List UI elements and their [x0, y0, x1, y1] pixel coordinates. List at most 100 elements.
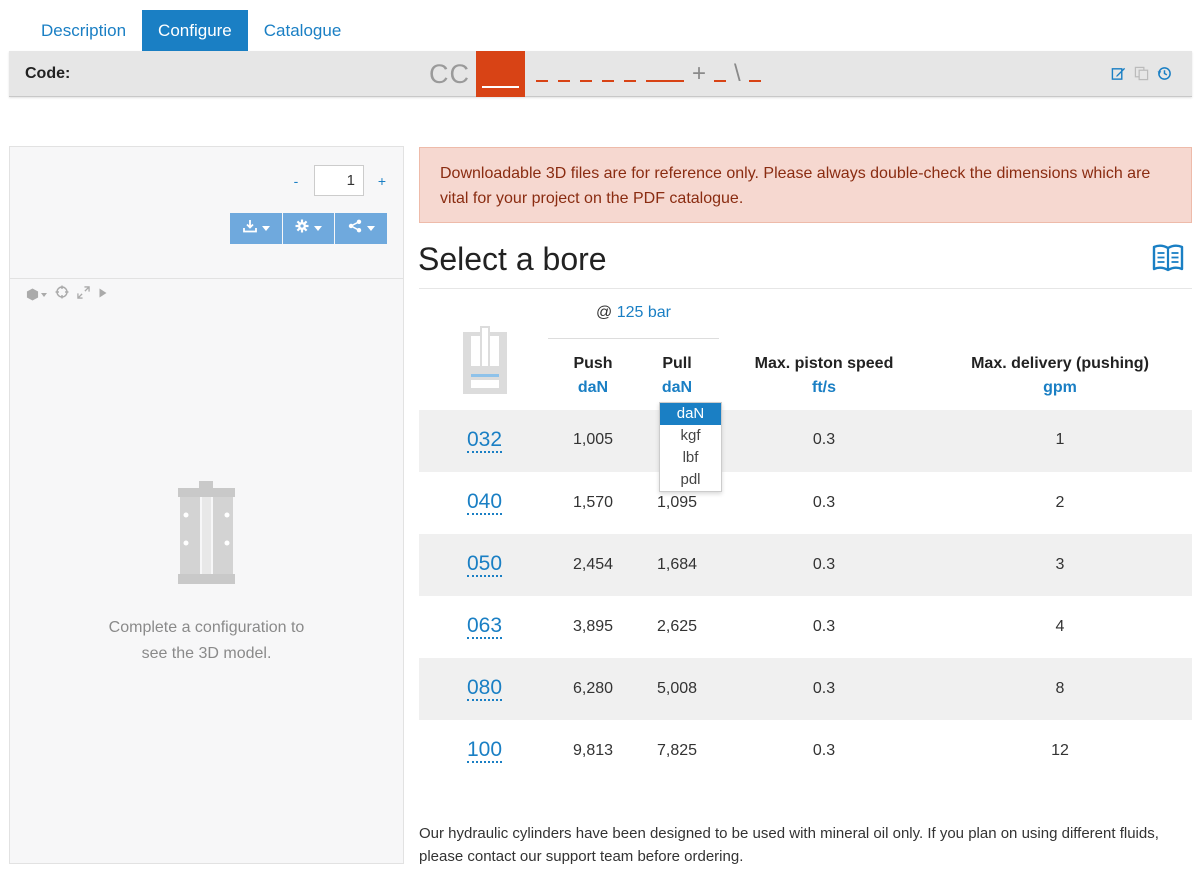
download-button[interactable]: [230, 213, 282, 244]
quantity-increment-button[interactable]: +: [376, 173, 388, 189]
divider: [548, 338, 719, 339]
unit-selector[interactable]: ft/s: [724, 379, 924, 397]
delivery-value: 1: [1055, 431, 1065, 448]
placeholder-line: Complete a configuration to: [108, 619, 305, 636]
tab-description[interactable]: Description: [25, 10, 142, 51]
pull-value: 7,825: [656, 742, 698, 759]
code-segment[interactable]: [602, 80, 614, 82]
chevron-down-icon: [366, 226, 375, 231]
delivery-value: 8: [1055, 680, 1065, 697]
placeholder-line: see the 3D model.: [141, 645, 272, 662]
unit-selector[interactable]: gpm: [930, 379, 1190, 397]
column-label: Pull: [662, 355, 692, 372]
divider: [419, 288, 1192, 289]
code-segment[interactable]: [748, 80, 761, 82]
edit-icon[interactable]: [1111, 66, 1126, 81]
viewer-placeholder-text: Complete a configuration to see the 3D m…: [10, 615, 403, 667]
code-segment[interactable]: [624, 80, 636, 82]
cylinder-placeholder-icon: [178, 481, 235, 590]
expand-icon[interactable]: [77, 285, 90, 304]
pull-value: 2,625: [656, 618, 698, 635]
gear-icon: [295, 219, 309, 238]
book-icon[interactable]: [1152, 243, 1184, 278]
code-segment[interactable]: [536, 80, 548, 82]
tab-configure[interactable]: Configure: [142, 10, 248, 51]
speed-value: 0.3: [812, 742, 836, 759]
code-segment[interactable]: [580, 80, 592, 82]
notice-line: Our hydraulic cylinders have been design…: [419, 825, 1159, 842]
code-backslash: \: [734, 60, 741, 87]
unit-selector[interactable]: daN: [548, 379, 638, 397]
bore-link[interactable]: 040: [466, 491, 503, 515]
code-segment[interactable]: [558, 80, 570, 82]
notice-line: please contact our support team before o…: [419, 848, 744, 865]
delivery-value: 2: [1055, 494, 1065, 511]
speed-value: 0.3: [812, 431, 836, 448]
unit-option-kgf[interactable]: kgf: [660, 425, 721, 447]
unit-selector[interactable]: daN: [635, 379, 719, 397]
unit-option-pdl[interactable]: pdl: [660, 469, 721, 491]
divider: [10, 278, 403, 279]
push-value: 1,005: [572, 431, 614, 448]
column-header-push: Push daN: [548, 355, 638, 397]
quantity-input[interactable]: [314, 165, 364, 196]
tab-catalogue[interactable]: Catalogue: [248, 10, 358, 51]
pressure-prefix: @: [596, 304, 613, 321]
column-label: Max. piston speed: [754, 355, 894, 372]
cube-icon[interactable]: [26, 288, 47, 301]
speed-value: 0.3: [812, 680, 836, 697]
target-icon[interactable]: [55, 285, 69, 304]
chevron-down-icon: [314, 226, 322, 231]
bore-link[interactable]: 100: [466, 739, 503, 763]
history-icon[interactable]: [1157, 66, 1172, 81]
table-row[interactable]: 080 6,280 5,008 0.3 8: [419, 658, 1192, 720]
play-icon[interactable]: [98, 286, 108, 304]
push-value: 9,813: [572, 742, 614, 759]
push-value: 3,895: [572, 618, 614, 635]
table-row[interactable]: 063 3,895 2,625 0.3 4: [419, 596, 1192, 658]
pressure-link[interactable]: 125 bar: [617, 304, 671, 321]
unit-dropdown-menu: daN kgf lbf pdl: [659, 402, 722, 492]
code-segment[interactable]: [714, 80, 727, 82]
reference-warning-alert: Downloadable 3D files are for reference …: [419, 147, 1192, 223]
column-header-speed: Max. piston speed ft/s: [724, 355, 924, 397]
quantity-stepper: - +: [290, 165, 388, 196]
share-button[interactable]: [335, 213, 387, 244]
push-value: 1,570: [572, 494, 614, 511]
code-sequence: CC + \: [429, 51, 766, 97]
bore-link[interactable]: 063: [466, 615, 503, 639]
unit-option-lbf[interactable]: lbf: [660, 447, 721, 469]
unit-option-dan[interactable]: daN: [660, 403, 721, 425]
copy-icon[interactable]: [1134, 66, 1149, 81]
share-icon: [348, 219, 362, 238]
model-viewer-panel: - +: [9, 146, 404, 864]
code-segment[interactable]: [646, 80, 684, 82]
speed-value: 0.3: [812, 556, 836, 573]
code-plus: +: [692, 60, 707, 87]
viewer-button-group: [230, 213, 387, 244]
table-row[interactable]: 050 2,454 1,684 0.3 3: [419, 534, 1192, 596]
quantity-decrement-button[interactable]: -: [290, 173, 302, 189]
bore-link[interactable]: 032: [466, 429, 503, 453]
cylinder-bore-icon: [463, 326, 507, 399]
table-row[interactable]: 040 1,570 1,095 0.3 2: [419, 472, 1192, 534]
bore-link[interactable]: 080: [466, 677, 503, 701]
column-label: Push: [573, 355, 613, 372]
table-row[interactable]: 032 1,005 0.3 1: [419, 410, 1192, 472]
column-header-delivery: Max. delivery (pushing) gpm: [930, 355, 1190, 397]
code-segment-active[interactable]: [476, 51, 525, 97]
page-title: Select a bore: [418, 241, 607, 277]
speed-value: 0.3: [812, 618, 836, 635]
bore-link[interactable]: 050: [466, 553, 503, 577]
tab-bar: Description Configure Catalogue: [25, 10, 357, 51]
code-label: Code:: [25, 65, 71, 82]
viewer-toolbar: [26, 285, 108, 304]
push-value: 6,280: [572, 680, 614, 697]
download-icon: [242, 219, 257, 238]
pressure-selector: @ 125 bar: [548, 304, 719, 322]
table-row[interactable]: 100 9,813 7,825 0.3 12: [419, 720, 1192, 782]
column-label: Max. delivery (pushing): [971, 355, 1149, 372]
pull-value: 5,008: [656, 680, 698, 697]
settings-button[interactable]: [283, 213, 334, 244]
push-value: 2,454: [572, 556, 614, 573]
